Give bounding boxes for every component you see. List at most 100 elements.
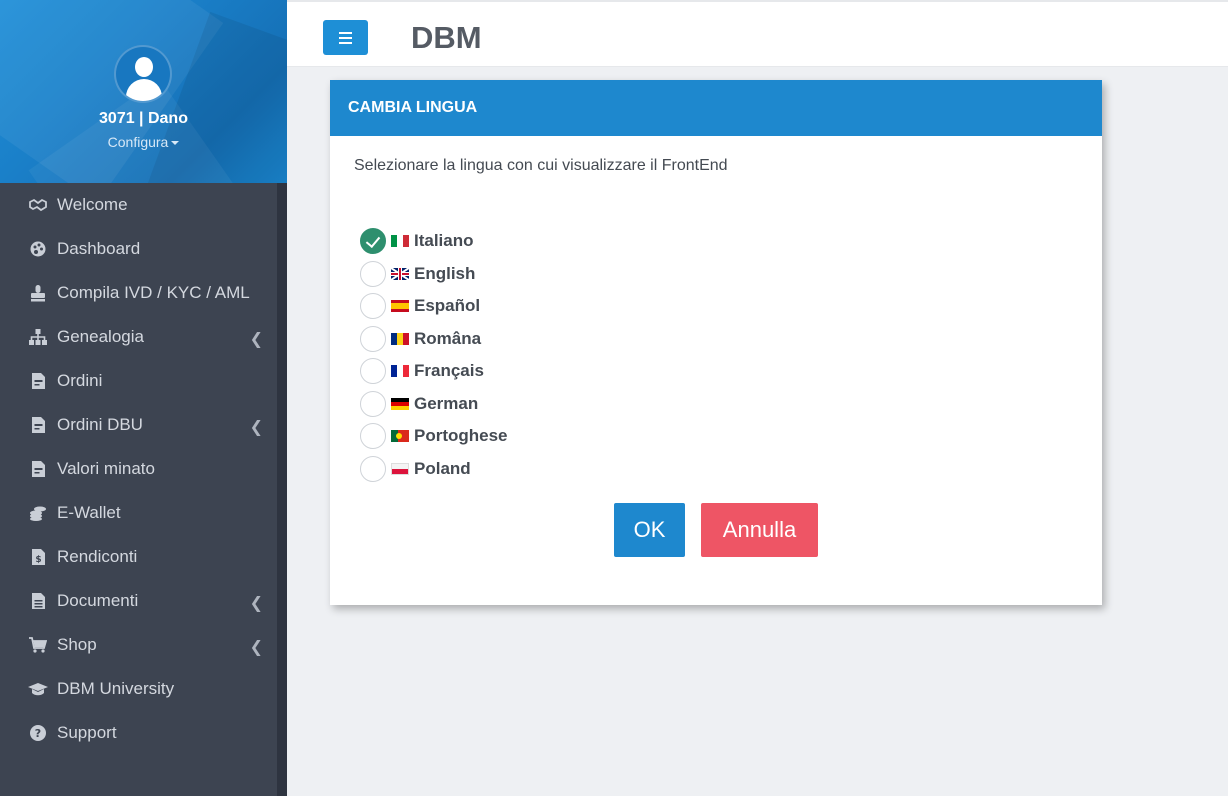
cancel-button[interactable]: Annulla <box>701 503 818 557</box>
flag-uk-icon <box>391 267 409 280</box>
language-modal: CAMBIA LINGUA Selezionare la lingua con … <box>330 80 1102 605</box>
chevron-left-icon: ❮ <box>249 595 263 612</box>
language-option-francais[interactable]: Français <box>360 355 508 388</box>
sidebar-menu: Welcome Dashboard Compila IVD / KYC / AM… <box>0 183 277 755</box>
graduation-cap-icon <box>28 682 48 696</box>
menu-toggle-button[interactable] <box>323 20 368 55</box>
flag-portugal-icon <box>391 430 409 443</box>
coins-icon <box>28 505 48 521</box>
sidebar-item-genealogia[interactable]: Genealogia ❮ <box>0 315 277 359</box>
language-option-german[interactable]: German <box>360 388 508 421</box>
language-label: Español <box>414 296 481 316</box>
configura-dropdown[interactable]: Configura <box>0 134 287 150</box>
file-invoice-icon <box>28 417 48 433</box>
flag-italy-icon <box>391 235 409 248</box>
hamburger-icon <box>339 37 352 39</box>
file-dollar-icon: $ <box>28 549 48 565</box>
language-option-poland[interactable]: Poland <box>360 453 508 486</box>
language-option-espanol[interactable]: Español <box>360 290 508 323</box>
sidebar-item-ordini[interactable]: Ordini <box>0 359 277 403</box>
sidebar-item-label: Ordini DBU <box>57 415 143 434</box>
radio-checked-icon[interactable] <box>360 228 386 255</box>
sidebar-item-welcome[interactable]: Welcome <box>0 183 277 227</box>
chevron-left-icon: ❮ <box>249 419 263 436</box>
sidebar-item-label: Compila IVD / KYC / AML <box>57 283 250 302</box>
sidebar-item-ewallet[interactable]: E-Wallet <box>0 491 277 535</box>
modal-description: Selezionare la lingua con cui visualizza… <box>354 157 728 174</box>
palette-icon <box>28 241 48 257</box>
language-label: Poland <box>414 458 471 478</box>
flag-spain-icon <box>391 300 409 313</box>
radio-button[interactable] <box>360 325 386 352</box>
language-label: Italiano <box>414 231 474 251</box>
sidebar-item-label: Genealogia <box>57 327 144 346</box>
flag-france-icon <box>391 365 409 378</box>
language-label: German <box>414 393 479 413</box>
sidebar-item-ordini-dbu[interactable]: Ordini DBU ❮ <box>0 403 277 447</box>
sidebar-item-compila[interactable]: Compila IVD / KYC / AML <box>0 271 277 315</box>
sidebar-item-rendiconti[interactable]: $ Rendiconti <box>0 535 277 579</box>
avatar[interactable] <box>114 45 172 103</box>
sidebar-item-label: Support <box>57 723 117 742</box>
language-label: Français <box>414 361 484 381</box>
language-label: English <box>414 263 476 283</box>
radio-button[interactable] <box>360 358 386 385</box>
language-option-portoghese[interactable]: Portoghese <box>360 420 508 453</box>
sidebar-item-label: Rendiconti <box>57 547 138 566</box>
chevron-left-icon: ❮ <box>249 331 263 348</box>
file-invoice-icon <box>28 461 48 477</box>
stamp-icon <box>28 284 48 302</box>
ok-button[interactable]: OK <box>614 503 685 557</box>
sidebar-item-label: Shop <box>57 635 97 654</box>
user-icon-head <box>135 57 153 77</box>
language-label: Româna <box>414 328 482 348</box>
language-option-english[interactable]: English <box>360 258 508 291</box>
top-bar: DBM <box>287 0 1228 67</box>
flag-romania-icon <box>391 332 409 345</box>
sidebar-item-label: Documenti <box>57 591 139 610</box>
app-title: DBM <box>411 20 482 55</box>
chevron-left-icon: ❮ <box>249 639 263 656</box>
sidebar-item-documenti[interactable]: Documenti ❮ <box>0 579 277 623</box>
language-option-italiano[interactable]: Italiano <box>360 225 508 258</box>
flag-germany-icon <box>391 397 409 410</box>
shopping-cart-icon <box>28 637 48 653</box>
user-icon-body <box>126 79 162 101</box>
profile-panel: 3071 | Dano Configura <box>0 0 287 183</box>
file-invoice-icon <box>28 373 48 389</box>
sidebar-item-dbm-university[interactable]: DBM University <box>0 667 277 711</box>
modal-title: CAMBIA LINGUA <box>348 99 478 116</box>
radio-button[interactable] <box>360 293 386 320</box>
svg-text:?: ? <box>35 727 41 740</box>
radio-button[interactable] <box>360 423 386 450</box>
language-list: Italiano English Español Româna Français… <box>360 225 508 485</box>
sidebar-item-label: Valori minato <box>57 459 155 478</box>
sidebar-item-label: Welcome <box>57 195 128 214</box>
sidebar-item-shop[interactable]: Shop ❮ <box>0 623 277 667</box>
radio-button[interactable] <box>360 390 386 417</box>
handshake-icon <box>28 198 48 212</box>
sidebar-item-valori-minato[interactable]: Valori minato <box>0 447 277 491</box>
language-option-romana[interactable]: Româna <box>360 323 508 356</box>
hamburger-icon <box>339 42 352 44</box>
configura-label: Configura <box>107 134 169 150</box>
caret-down-icon <box>171 141 180 146</box>
sidebar: 3071 | Dano Configura Welcome Dashboard … <box>0 0 287 796</box>
radio-button[interactable] <box>360 260 386 287</box>
user-name: 3071 | Dano <box>99 110 188 127</box>
sidebar-item-label: Dashboard <box>57 239 141 258</box>
radio-button[interactable] <box>360 455 386 482</box>
sidebar-item-label: DBM University <box>57 679 175 698</box>
language-label: Portoghese <box>414 426 508 446</box>
sidebar-item-label: E-Wallet <box>57 503 121 522</box>
sidebar-item-support[interactable]: ? Support <box>0 711 277 755</box>
modal-header: CAMBIA LINGUA <box>330 80 1102 136</box>
sidebar-item-dashboard[interactable]: Dashboard <box>0 227 277 271</box>
hamburger-icon <box>339 32 352 34</box>
svg-text:$: $ <box>35 555 41 565</box>
flag-poland-icon <box>391 462 409 475</box>
sidebar-item-label: Ordini <box>57 371 103 390</box>
sitemap-icon <box>28 329 48 345</box>
file-text-icon <box>28 593 48 609</box>
question-circle-icon: ? <box>28 725 48 741</box>
